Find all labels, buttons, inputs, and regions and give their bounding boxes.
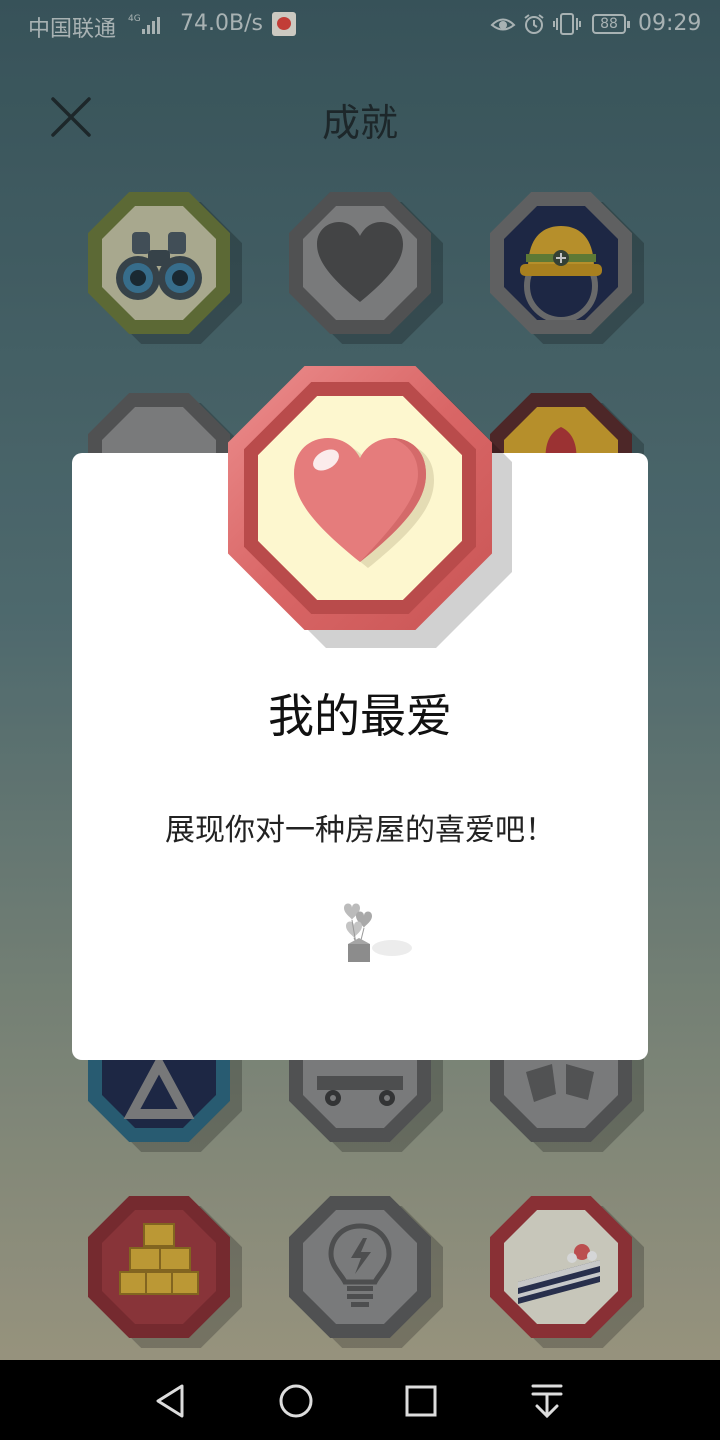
heart-icon bbox=[294, 438, 434, 568]
navigation-bar bbox=[0, 1360, 720, 1440]
home-icon[interactable] bbox=[273, 1378, 319, 1424]
achievements-screen: 中国联通 4G 74.0B/s 88 09:29 成就 我的最爱 展现你对一种房… bbox=[0, 0, 720, 1360]
notifications-pull-icon[interactable] bbox=[524, 1378, 570, 1424]
balloons-gift-icon bbox=[344, 903, 412, 962]
recents-icon[interactable] bbox=[398, 1378, 444, 1424]
achievement-title: 我的最爱 bbox=[268, 689, 452, 743]
achievement-description: 展现你对一种房屋的喜爱吧！ bbox=[165, 813, 555, 848]
back-icon[interactable] bbox=[148, 1378, 194, 1424]
achievement-badge bbox=[228, 366, 518, 656]
